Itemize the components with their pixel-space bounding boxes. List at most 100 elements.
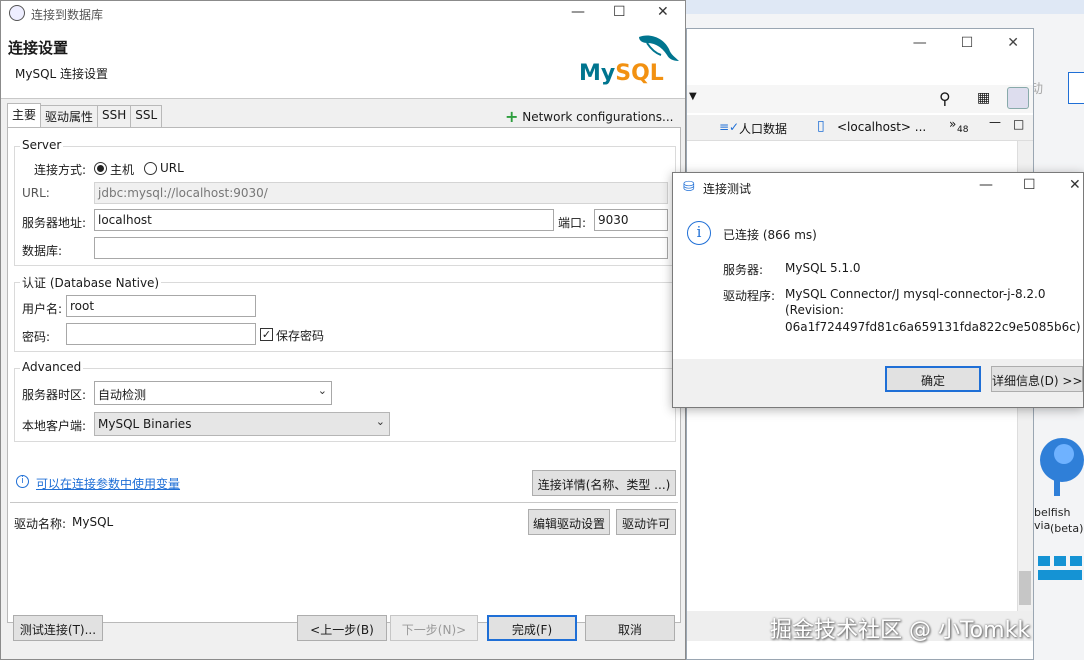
auth-group-label: 认证 (Database Native) <box>20 274 162 291</box>
username-field[interactable]: root <box>66 295 256 317</box>
network-config-label: Network configurations... <box>522 110 674 124</box>
timezone-label: 服务器时区: <box>22 388 87 402</box>
variables-link[interactable]: 可以在连接参数中使用变量 <box>36 475 180 492</box>
tab-driver-properties[interactable]: 驱动属性 <box>40 105 99 127</box>
timezone-value: 自动检测 <box>98 388 147 402</box>
maximize-icon[interactable]: ☐ <box>961 35 974 51</box>
dialog-header: 连接设置 MySQL 连接设置 MySQL <box>1 27 685 99</box>
host-field[interactable]: localhost <box>94 209 554 231</box>
next-button[interactable]: 下一步(N)> <box>390 615 478 641</box>
watermark: 掘金技术社区 @ 小Tomkk <box>770 618 1031 643</box>
search-icon[interactable]: ⚲ <box>939 89 951 108</box>
minimize-icon[interactable]: — <box>571 4 585 20</box>
connect-mode-label: 连接方式: <box>34 163 87 177</box>
close-icon[interactable]: ✕ <box>1007 35 1019 51</box>
background-strip <box>686 0 1084 14</box>
client-select[interactable]: MySQL Binaries ⌄ <box>94 412 390 436</box>
title-bar: 连接到数据库 — ☐ ✕ <box>1 1 685 27</box>
tab-ssl[interactable]: SSL <box>130 105 163 127</box>
url-field[interactable]: jdbc:mysql://localhost:9030/ <box>94 182 668 204</box>
minimize-icon[interactable]: — <box>979 177 993 193</box>
driver-value-line3: 06a1f724497fd81c6a659131fda822c9e5085b6c… <box>785 320 1081 334</box>
tab-ssh[interactable]: SSH <box>97 105 132 127</box>
connection-details-button[interactable]: 连接详情(名称、类型 ...) <box>532 470 676 496</box>
server-value: MySQL 5.1.0 <box>785 261 861 275</box>
username-label: 用户名: <box>22 302 63 316</box>
driver-label: 驱动程序: <box>723 289 776 303</box>
info-icon: i <box>687 221 711 245</box>
bg-tab-population[interactable]: 人口数据 <box>739 120 787 137</box>
minimize-view-icon[interactable]: — <box>989 115 1001 129</box>
background-tabbar: ≡✓ 人口数据 ▯ <localhost> ... » 48 — □ <box>687 115 1033 141</box>
header-subtitle: MySQL 连接设置 <box>15 67 109 81</box>
avatar-icon[interactable] <box>1007 87 1029 109</box>
mysql-logo: MySQL <box>577 31 681 91</box>
test-dialog-title: 连接测试 <box>703 182 752 196</box>
scrollbar-thumb[interactable] <box>1019 571 1031 605</box>
app-icon <box>9 5 25 21</box>
radio-url[interactable] <box>144 162 157 175</box>
maximize-view-icon[interactable]: □ <box>1013 117 1024 131</box>
prev-button[interactable]: <上一步(B) <box>297 615 387 641</box>
window-title: 连接到数据库 <box>31 8 104 22</box>
details-button[interactable]: 详细信息(D) >> <box>991 366 1083 392</box>
separator <box>10 502 678 503</box>
blue-logo-icon <box>1038 556 1084 584</box>
client-value: MySQL Binaries <box>98 417 192 431</box>
port-label: 端口: <box>558 216 587 230</box>
database-label: 数据库: <box>22 244 63 258</box>
database-field[interactable] <box>94 237 668 259</box>
driver-value-line2: (Revision: <box>785 303 844 317</box>
maximize-icon[interactable]: ☐ <box>1023 177 1036 193</box>
edit-driver-button[interactable]: 编辑驱动设置 <box>528 509 610 535</box>
close-icon[interactable]: ✕ <box>657 4 669 20</box>
dropdown-arrow-icon[interactable]: ▼ <box>689 91 697 102</box>
background-toolbar: ⚲ ▦ ▼ <box>687 85 1033 113</box>
test-dialog-button-bar: 确定 详细信息(D) >> <box>673 359 1083 407</box>
tab-main[interactable]: 主要 <box>7 103 42 127</box>
port-field[interactable]: 9030 <box>594 209 668 231</box>
maximize-icon[interactable]: ☐ <box>613 4 626 20</box>
background-input-edge <box>1068 72 1084 104</box>
radio-url-label: URL <box>160 161 184 175</box>
password-field[interactable] <box>66 323 256 345</box>
network-config-link[interactable]: + Network configurations... <box>505 107 673 126</box>
password-label: 密码: <box>22 330 51 344</box>
tab-bar: 主要 驱动属性 SSH SSL <box>7 103 163 127</box>
chevron-down-icon: ⌄ <box>375 415 385 428</box>
close-icon[interactable]: ✕ <box>1069 177 1081 193</box>
driver-value: MySQL <box>72 515 114 529</box>
radio-host-label: 主机 <box>110 163 135 177</box>
host-label: 服务器地址: <box>22 216 87 230</box>
timezone-select[interactable]: 自动检测 ⌄ <box>94 381 332 405</box>
bg-tab-localhost[interactable]: <localhost> ... <box>837 120 926 134</box>
header-title: 连接设置 <box>8 39 69 57</box>
finish-button[interactable]: 完成(F) <box>487 615 577 641</box>
connection-settings-dialog: 连接到数据库 — ☐ ✕ 连接设置 MySQL 连接设置 MySQL 主要 驱动… <box>0 0 686 660</box>
table-icon: ≡✓ <box>719 120 740 134</box>
connection-status: 已连接 (866 ms) <box>723 228 817 242</box>
cancel-button[interactable]: 取消 <box>585 615 675 641</box>
more-tabs-icon[interactable]: » <box>949 117 956 131</box>
server-group-label: Server <box>20 138 64 152</box>
ok-button[interactable]: 确定 <box>885 366 981 392</box>
postgres-elephant-icon <box>1034 436 1084 500</box>
mysql-logo-text: MySQL <box>579 61 664 86</box>
test-connection-button[interactable]: 测试连接(T)... <box>13 615 103 641</box>
driver-license-button[interactable]: 驱动许可 <box>616 509 676 535</box>
tab-count-badge: 48 <box>957 125 969 135</box>
advanced-group-label: Advanced <box>20 360 84 374</box>
url-label: URL: <box>22 186 50 200</box>
plus-icon: + <box>505 107 519 126</box>
info-icon: i <box>16 475 29 488</box>
minimize-icon[interactable]: — <box>913 35 927 51</box>
tab-panel-main: Server 连接方式: 主机 URL URL: jdbc:mysql://lo… <box>7 127 681 623</box>
connection-icon: ▯ <box>817 118 825 134</box>
database-icon: ⛁ <box>683 179 695 195</box>
perspective-icon[interactable]: ▦ <box>977 90 990 106</box>
radio-host[interactable] <box>94 162 107 175</box>
driver-label: 驱动名称: <box>14 517 67 531</box>
server-label: 服务器: <box>723 263 764 277</box>
save-password-checkbox[interactable]: ✓ <box>260 328 273 341</box>
connection-test-dialog: ⛁ 连接测试 — ☐ ✕ i 已连接 (866 ms) 服务器: MySQL 5… <box>672 172 1084 408</box>
